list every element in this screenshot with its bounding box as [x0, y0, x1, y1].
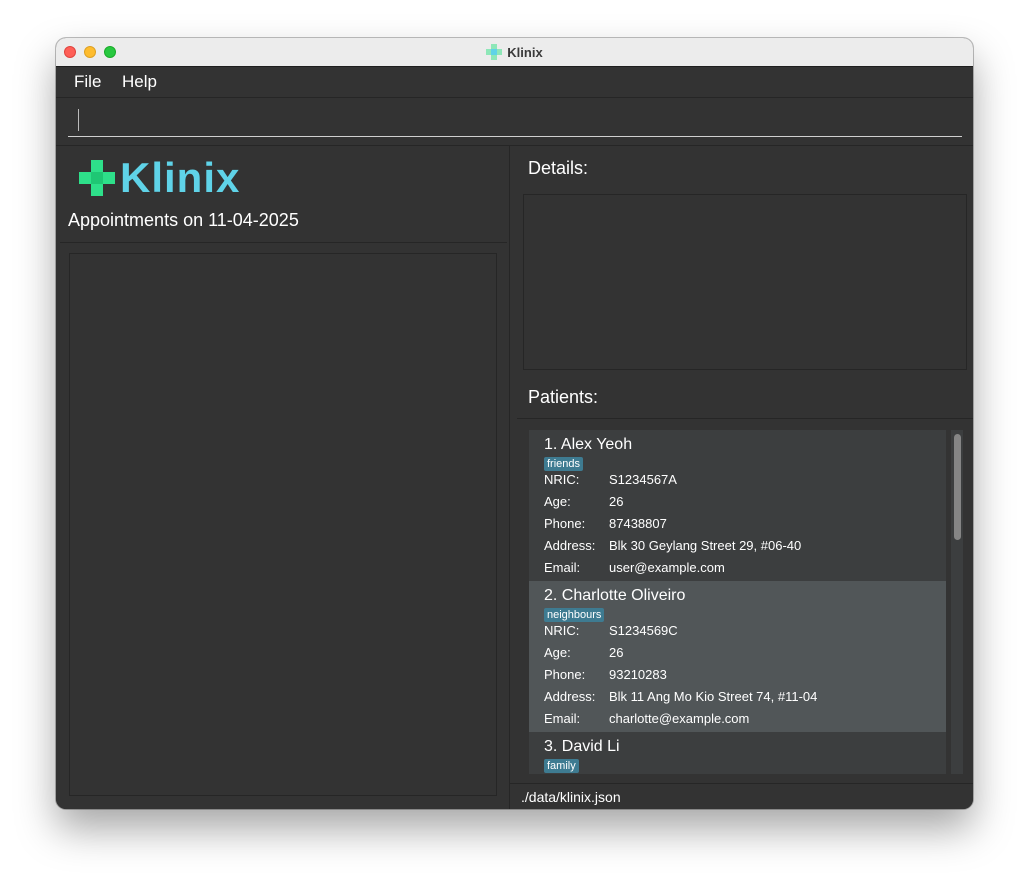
command-input[interactable] — [68, 105, 962, 137]
klinix-logo: Klinix — [78, 154, 241, 201]
address-label: Address: — [544, 689, 596, 704]
email-label: Email: — [544, 711, 581, 726]
patients-label: Patients: — [528, 387, 599, 407]
phone-label: Phone: — [544, 667, 586, 682]
age-value: 26 — [609, 494, 624, 509]
status-bar: ./data/klinix.json — [510, 783, 973, 809]
menu-bar: File Help — [56, 67, 973, 98]
phone-label: Phone: — [544, 516, 586, 531]
menu-help[interactable]: Help — [122, 72, 157, 92]
patient-card[interactable]: 2. Charlotte Oliveiro neighbours NRIC: S… — [529, 581, 946, 732]
address-value: Blk 11 Ang Mo Kio Street 74, #11-04 — [609, 689, 818, 704]
email-value: charlotte@example.com — [609, 711, 750, 726]
command-bar — [56, 98, 973, 146]
email-value: user@example.com — [609, 560, 725, 575]
nric-value: S1234567A — [609, 472, 677, 487]
scrollbar-thumb[interactable] — [954, 434, 961, 540]
window-title-group: Klinix — [56, 38, 973, 66]
patient-tag: family — [544, 759, 579, 773]
address-label: Address: — [544, 538, 596, 553]
patient-tag: neighbours — [544, 608, 605, 622]
patient-card[interactable]: 3. David Li family — [529, 732, 946, 774]
details-box — [523, 194, 967, 370]
text-caret — [78, 109, 79, 131]
age-value: 26 — [609, 645, 624, 660]
phone-value: 93210283 — [609, 667, 667, 682]
nric-label: NRIC: — [544, 472, 580, 487]
patients-list[interactable]: 1. Alex Yeoh friends NRIC: S1234567A Age… — [529, 430, 946, 774]
nric-label: NRIC: — [544, 623, 580, 638]
patient-tag: friends — [544, 457, 584, 471]
patient-name: 2. Charlotte Oliveiro — [544, 587, 686, 604]
appointments-panel: Klinix Appointments on 11-04-2025 — [56, 146, 510, 809]
age-label: Age: — [544, 645, 571, 660]
klinix-cross-logo-icon — [79, 160, 115, 196]
address-value: Blk 30 Geylang Street 29, #06-40 — [609, 538, 802, 553]
patients-panel: 1. Alex Yeoh friends NRIC: S1234567A Age… — [517, 418, 973, 784]
details-label: Details: — [528, 158, 589, 178]
age-label: Age: — [544, 494, 571, 509]
divider — [60, 242, 507, 243]
plus-cross-icon — [486, 44, 503, 60]
phone-value: 87438807 — [609, 516, 667, 531]
patients-scrollbar[interactable] — [951, 430, 963, 774]
data-file-path: ./data/klinix.json — [521, 789, 621, 805]
patient-name: 3. David Li — [544, 738, 620, 755]
nric-value: S1234569C — [609, 623, 678, 638]
logo-text: Klinix — [120, 154, 241, 201]
right-panel: Details: Patients: 1. Alex Yeoh friends … — [510, 146, 973, 809]
appointments-heading: Appointments on 11-04-2025 — [68, 210, 299, 230]
patient-name: 1. Alex Yeoh — [544, 436, 633, 453]
patient-card[interactable]: 1. Alex Yeoh friends NRIC: S1234567A Age… — [529, 430, 946, 581]
app-window: Klinix File Help Klinix Appointments on … — [56, 38, 973, 809]
title-bar: Klinix — [56, 38, 973, 67]
appointments-list[interactable] — [69, 253, 497, 796]
email-label: Email: — [544, 560, 581, 575]
menu-file[interactable]: File — [74, 72, 101, 92]
window-title: Klinix — [507, 44, 543, 60]
